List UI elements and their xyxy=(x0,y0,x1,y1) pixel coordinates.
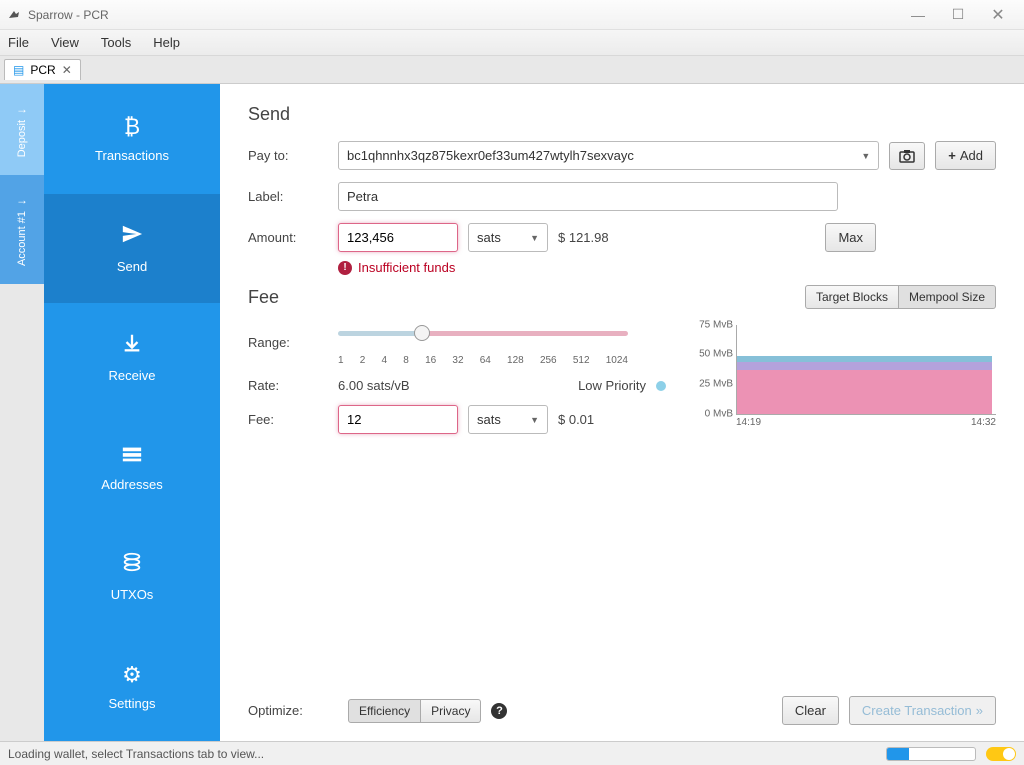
sidebar-label: Settings xyxy=(109,696,156,711)
camera-icon xyxy=(899,149,915,163)
sidebar-item-addresses[interactable]: Addresses xyxy=(44,413,220,523)
mempool-chart: 75 MvB 50 MvB 25 MvB 0 MvB xyxy=(736,325,996,415)
range-slider[interactable] xyxy=(338,323,628,343)
payto-value: bc1qhnnhx3qz875kexr0ef33um427wtylh7sexva… xyxy=(347,148,634,163)
menu-view[interactable]: View xyxy=(51,35,79,50)
sidebar-label: Receive xyxy=(109,368,156,383)
fee-mode-segment: Target Blocks Mempool Size xyxy=(805,285,996,309)
clear-button[interactable]: Clear xyxy=(782,696,839,725)
range-label: Range: xyxy=(248,335,338,350)
max-button[interactable]: Max xyxy=(825,223,876,252)
sidebar-label: Transactions xyxy=(95,148,169,163)
fee-input[interactable] xyxy=(338,405,458,434)
label-label: Label: xyxy=(248,189,338,204)
mempool-size-button[interactable]: Mempool Size xyxy=(899,285,996,309)
sidebar: ₿ Transactions Send Receive Addresses UT… xyxy=(44,84,220,741)
deposit-tab[interactable]: → Deposit xyxy=(0,84,44,175)
payto-input[interactable]: bc1qhnnhx3qz875kexr0ef33um427wtylh7sexva… xyxy=(338,141,879,170)
account-tabs: → Deposit → Account #1 xyxy=(0,84,44,741)
fee-title: Fee xyxy=(248,287,805,308)
privacy-button[interactable]: Privacy xyxy=(421,699,481,723)
menu-tools[interactable]: Tools xyxy=(101,35,131,50)
efficiency-button[interactable]: Efficiency xyxy=(348,699,421,723)
status-bar: Loading wallet, select Transactions tab … xyxy=(0,741,1024,765)
chart-x-end: 14:32 xyxy=(971,417,996,428)
menu-file[interactable]: File xyxy=(8,35,29,50)
wallet-tab[interactable]: ▤ PCR ✕ xyxy=(4,59,81,80)
window-title: Sparrow - PCR xyxy=(28,8,109,22)
app-logo-icon xyxy=(6,7,22,23)
help-icon[interactable]: ? xyxy=(491,703,507,719)
sidebar-item-transactions[interactable]: ₿ Transactions xyxy=(44,84,220,194)
target-blocks-button[interactable]: Target Blocks xyxy=(805,285,899,309)
sidebar-item-send[interactable]: Send xyxy=(44,194,220,304)
receive-icon xyxy=(121,332,143,360)
chevron-down-icon[interactable]: ▼ xyxy=(530,233,539,243)
connection-toggle[interactable] xyxy=(986,747,1016,761)
error-message: ! Insufficient funds xyxy=(338,260,996,275)
chart-x-start: 14:19 xyxy=(736,417,761,428)
send-icon xyxy=(121,223,143,251)
status-text: Loading wallet, select Transactions tab … xyxy=(8,747,264,761)
add-button[interactable]: +Add xyxy=(935,141,996,170)
main-panel: Send Pay to: bc1qhnnhx3qz875kexr0ef33um4… xyxy=(220,84,1024,741)
arrow-right-icon: → xyxy=(16,102,28,116)
rate-label: Rate: xyxy=(248,378,338,393)
optimize-label: Optimize: xyxy=(248,703,338,718)
tab-strip: ▤ PCR ✕ xyxy=(0,56,1024,84)
priority-text: Low Priority xyxy=(578,378,646,393)
amount-fiat: $ 121.98 xyxy=(558,230,609,245)
slider-thumb[interactable] xyxy=(414,325,430,341)
account1-tab[interactable]: → Account #1 xyxy=(0,175,44,284)
close-tab-icon[interactable]: ✕ xyxy=(62,63,72,77)
chevron-down-icon[interactable]: ▼ xyxy=(530,415,539,425)
wallet-tab-label: PCR xyxy=(30,63,55,77)
rate-value: 6.00 sats/vB xyxy=(338,378,410,393)
title-bar: Sparrow - PCR — ☐ ✕ xyxy=(0,0,1024,30)
sidebar-label: UTXOs xyxy=(111,587,154,602)
label-input[interactable] xyxy=(338,182,838,211)
minimize-button[interactable]: — xyxy=(898,7,938,23)
chevron-down-icon[interactable]: ▼ xyxy=(861,151,870,161)
menu-help[interactable]: Help xyxy=(153,35,180,50)
sidebar-item-receive[interactable]: Receive xyxy=(44,303,220,413)
camera-button[interactable] xyxy=(889,142,925,170)
wallet-icon: ▤ xyxy=(13,63,24,77)
addresses-icon xyxy=(121,443,143,469)
fee-fiat: $ 0.01 xyxy=(558,412,594,427)
maximize-button[interactable]: ☐ xyxy=(938,6,978,23)
payto-label: Pay to: xyxy=(248,148,338,163)
error-icon: ! xyxy=(338,261,352,275)
gear-icon: ⚙ xyxy=(122,662,142,688)
amount-unit-select[interactable]: sats ▼ xyxy=(468,223,548,252)
create-transaction-button[interactable]: Create Transaction » xyxy=(849,696,996,725)
fee-amount-label: Fee: xyxy=(248,412,338,427)
priority-dot-icon xyxy=(656,381,666,391)
close-button[interactable]: ✕ xyxy=(978,5,1018,25)
sidebar-item-settings[interactable]: ⚙ Settings xyxy=(44,632,220,742)
bitcoin-icon: ₿ xyxy=(124,114,140,140)
amount-input[interactable] xyxy=(338,223,458,252)
utxos-icon xyxy=(121,551,143,579)
arrow-right-icon: → xyxy=(16,193,28,207)
sidebar-label: Send xyxy=(117,259,147,274)
sidebar-label: Addresses xyxy=(101,477,162,492)
fee-unit-select[interactable]: sats ▼ xyxy=(468,405,548,434)
range-ticks: 12481632641282565121024 xyxy=(338,355,628,366)
send-title: Send xyxy=(248,104,996,125)
sidebar-item-utxos[interactable]: UTXOs xyxy=(44,522,220,632)
amount-label: Amount: xyxy=(248,230,338,245)
sync-progress xyxy=(886,747,976,761)
menu-bar: File View Tools Help xyxy=(0,30,1024,56)
